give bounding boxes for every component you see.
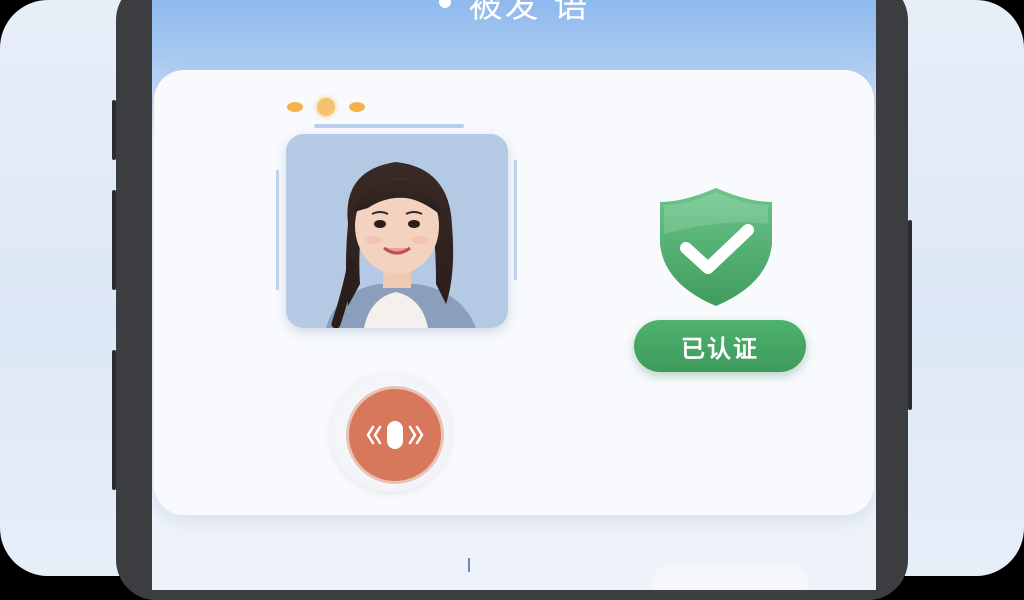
header-dot-icon bbox=[438, 0, 451, 8]
loader-dot bbox=[317, 98, 335, 116]
verified-badge: 已认证 bbox=[634, 320, 806, 372]
loader-dot bbox=[287, 102, 303, 112]
page-title: 被发 语 bbox=[468, 0, 590, 26]
scan-frame-top bbox=[314, 124, 464, 128]
loader-dot bbox=[349, 102, 365, 112]
portrait-illustration bbox=[286, 134, 508, 328]
loading-dots-icon bbox=[287, 98, 365, 116]
side-button-left bbox=[112, 350, 116, 490]
header: 被发 语 bbox=[152, 0, 876, 28]
side-button-volume-down bbox=[112, 190, 116, 290]
scan-frame-right bbox=[514, 160, 517, 280]
bottom-action-button[interactable] bbox=[652, 564, 808, 590]
user-photo bbox=[286, 134, 508, 328]
side-button-power bbox=[908, 220, 912, 410]
side-button-volume-up bbox=[112, 100, 116, 160]
app-screen: 被发 语 已认证 bbox=[152, 0, 876, 590]
shield-check-icon bbox=[652, 184, 780, 310]
scan-frame-left bbox=[276, 170, 279, 290]
microphone-button[interactable] bbox=[346, 386, 444, 484]
microphone-icon bbox=[366, 421, 424, 449]
bottom-indicator bbox=[468, 558, 470, 572]
